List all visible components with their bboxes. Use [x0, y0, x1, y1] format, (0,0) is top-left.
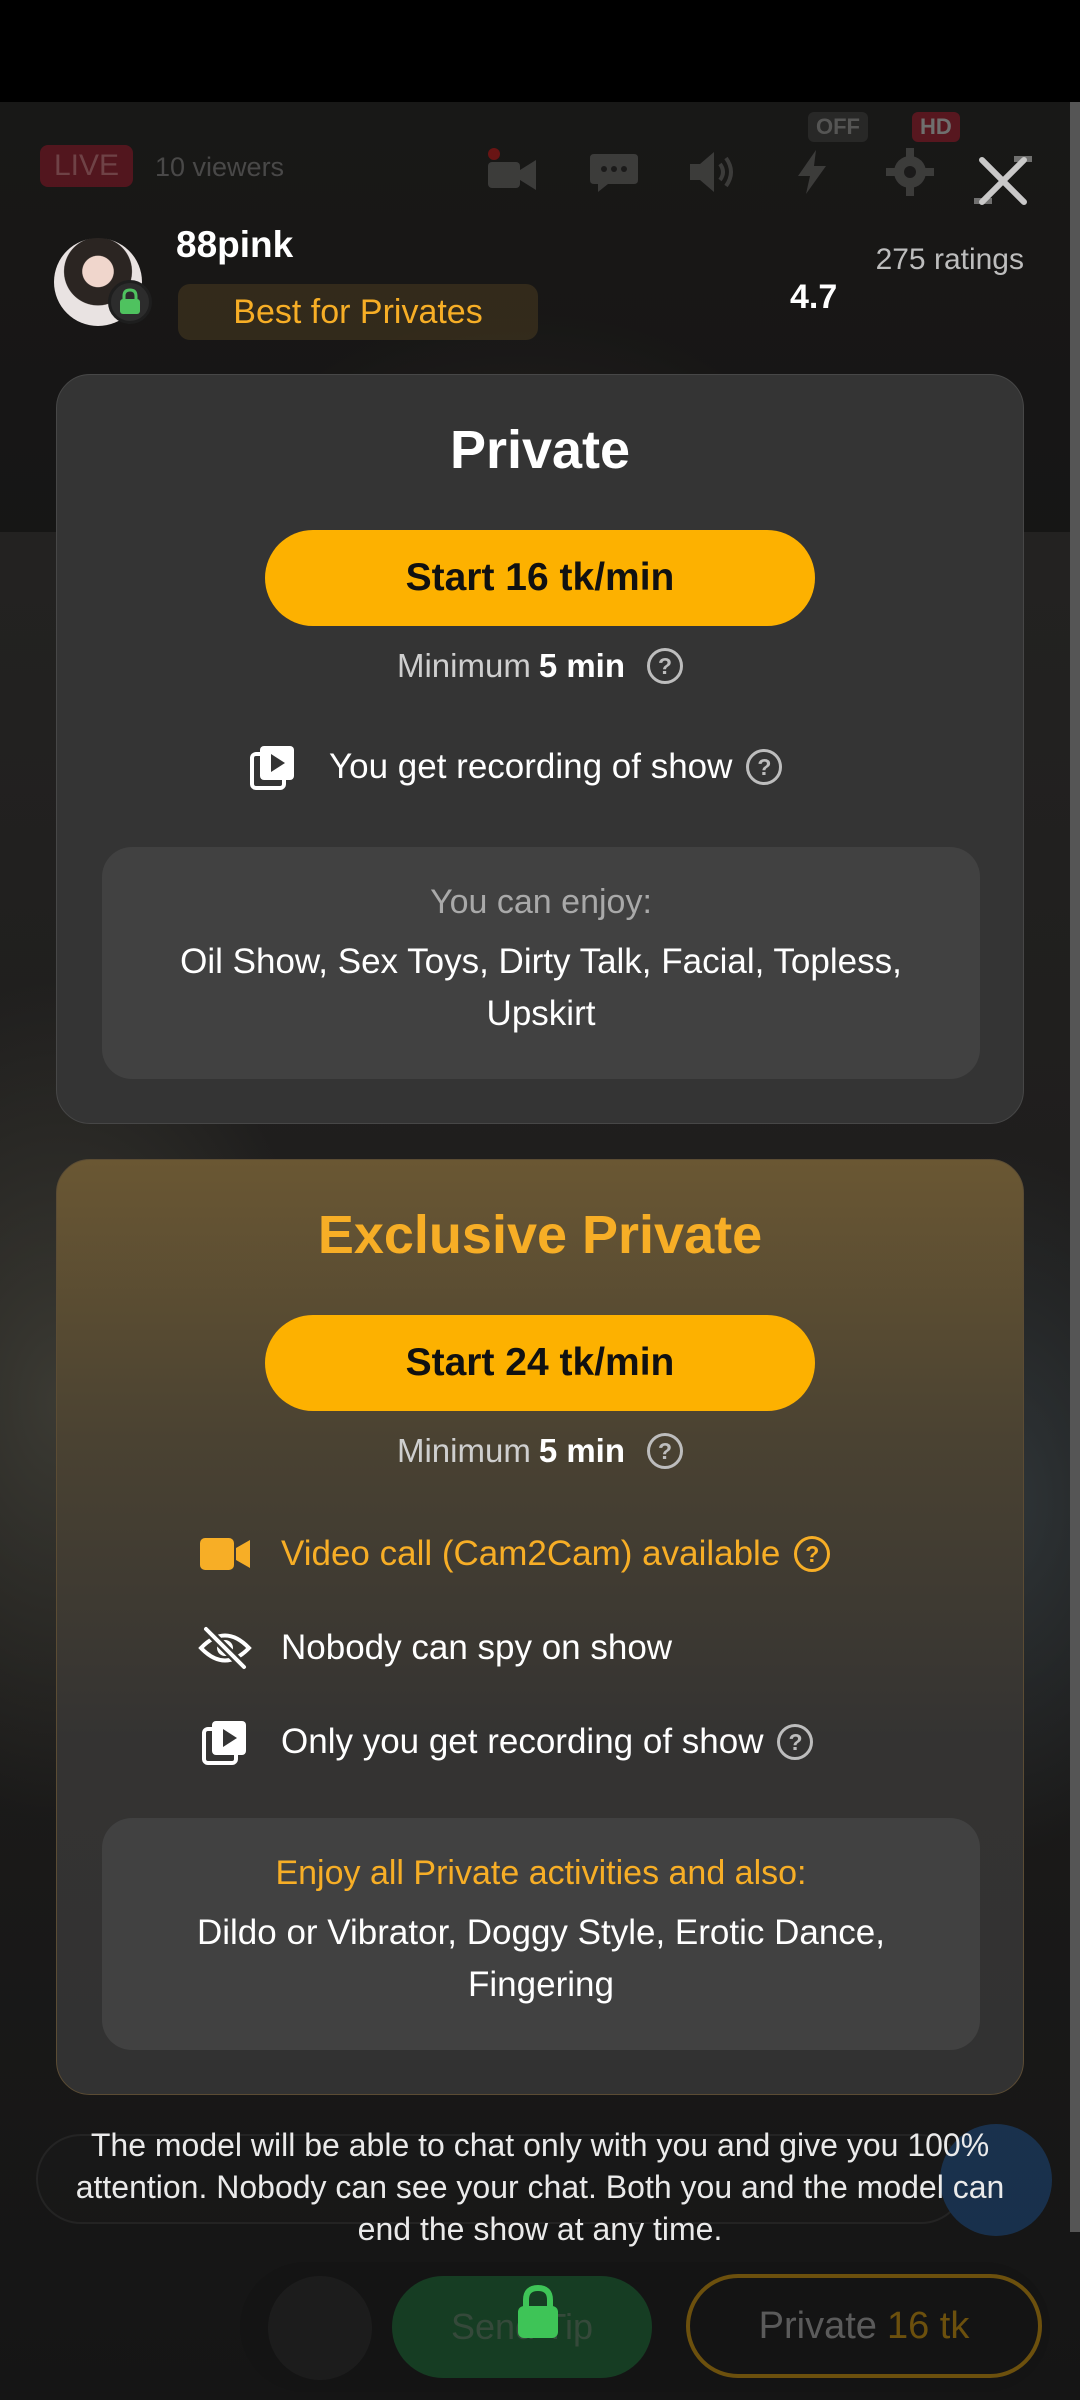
- enjoy-list: Oil Show, Sex Toys, Dirty Talk, Facial, …: [180, 942, 902, 1033]
- lock-badge: [108, 280, 152, 324]
- joystick-button[interactable]: [268, 2276, 372, 2380]
- hd-flag: HD: [912, 112, 960, 142]
- model-name[interactable]: 88pink: [176, 224, 293, 266]
- help-icon[interactable]: ?: [647, 648, 684, 684]
- video-camera-icon: [197, 1526, 253, 1582]
- private-button-price: 16 tk: [886, 2304, 970, 2347]
- rating-value: 4.7: [790, 278, 838, 316]
- lock-icon: [518, 2284, 558, 2338]
- eye-off-icon: [197, 1620, 253, 1676]
- help-icon[interactable]: ?: [647, 1433, 684, 1469]
- start-exclusive-button[interactable]: Start 24 tk/min: [265, 1315, 815, 1411]
- private-minimum: Minimum 5 min ?: [57, 647, 1023, 685]
- scrollbar[interactable]: [1070, 102, 1080, 2232]
- private-title: Private: [449, 420, 631, 480]
- ratings-count: 275 ratings: [875, 243, 1024, 276]
- private-show-description: The model will be able to chat only with…: [75, 2127, 1005, 2247]
- viewers-count: 10 viewers: [155, 152, 285, 182]
- private-card: Private Start 16 tk/min Minimum 5 min ? …: [56, 374, 1024, 1124]
- help-icon[interactable]: ?: [777, 1724, 814, 1760]
- volume-icon[interactable]: [684, 148, 740, 196]
- private-recording-feature: You get recording of show ?: [245, 739, 783, 795]
- private-enjoy-box: You can enjoy: Oil Show, Sex Toys, Dirty…: [102, 847, 980, 1079]
- help-icon[interactable]: ?: [794, 1536, 831, 1572]
- recording-icon: [245, 739, 301, 795]
- private-button-label: Private: [758, 2304, 877, 2347]
- enjoy-title: You can enjoy:: [430, 883, 652, 921]
- camera-icon[interactable]: [484, 148, 540, 196]
- exclusive-title: Exclusive Private: [317, 1205, 763, 1265]
- enjoy-list: Dildo or Vibrator, Doggy Style, Erotic D…: [196, 1913, 885, 2004]
- gear-icon[interactable]: [882, 148, 938, 196]
- exclusive-recording-feature: Only you get recording of show ?: [197, 1714, 814, 1770]
- help-icon[interactable]: ?: [746, 749, 783, 785]
- private-button[interactable]: Private 16 tk: [686, 2274, 1042, 2378]
- chat-icon[interactable]: [586, 148, 642, 196]
- nospy-feature: Nobody can spy on show: [197, 1620, 672, 1676]
- recording-icon: [197, 1714, 253, 1770]
- cam2cam-feature: Video call (Cam2Cam) available ?: [197, 1526, 831, 1582]
- exclusive-private-card: Exclusive Private Start 24 tk/min Minimu…: [56, 1159, 1024, 2095]
- close-icon[interactable]: [972, 150, 1034, 212]
- start-private-button[interactable]: Start 16 tk/min: [265, 530, 815, 626]
- lightning-icon[interactable]: [784, 148, 840, 196]
- off-flag: OFF: [808, 112, 868, 142]
- lock-icon: [120, 288, 140, 314]
- enjoy-title: Enjoy all Private activities and also:: [275, 1854, 807, 1892]
- exclusive-enjoy-box: Enjoy all Private activities and also: D…: [102, 1818, 980, 2050]
- best-for-privates-badge: Best for Privates: [178, 284, 538, 340]
- exclusive-minimum: Minimum 5 min ?: [57, 1432, 1023, 1470]
- live-badge: LIVE: [40, 145, 134, 187]
